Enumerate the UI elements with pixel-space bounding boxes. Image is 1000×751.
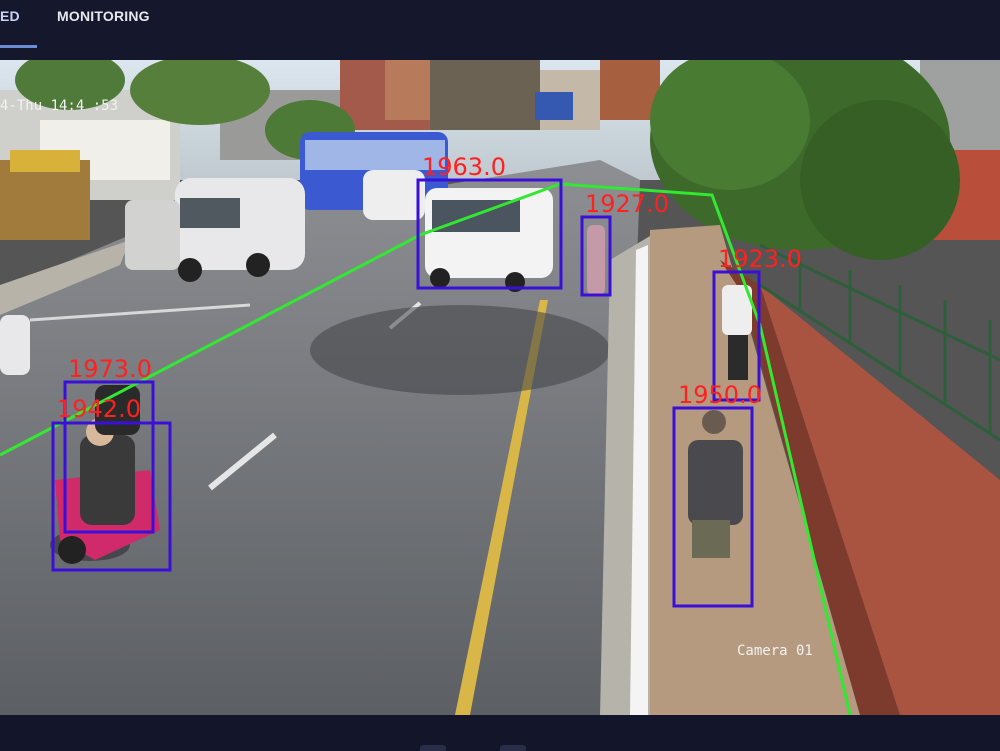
white-car: [363, 170, 425, 220]
osd-timestamp: 4-Thu 14:4 :53: [0, 98, 118, 114]
detection-label-2: 1927.0: [585, 190, 669, 218]
white-van: [175, 178, 305, 282]
detection-label-6: 1942.0: [57, 395, 141, 423]
detection-label-5: 1973.0: [68, 355, 152, 383]
osd-camera-name: Camera 01: [737, 643, 813, 659]
tab-active[interactable]: ED: [0, 0, 37, 48]
top-nav: ED MONITORING: [0, 0, 1000, 60]
tree-shadow: [310, 305, 610, 395]
tab-monitoring[interactable]: MONITORING: [57, 0, 150, 48]
bottom-control-2[interactable]: [500, 745, 526, 751]
left-scooter: [0, 315, 30, 375]
detection-label-3: 1923.0: [718, 245, 802, 273]
small-van: [125, 200, 180, 270]
camera-feed[interactable]: 1963.0 1927.0 1923.0 1950.0 1973.0 1942.…: [0, 60, 1000, 715]
tab-active-label: ED: [0, 8, 20, 24]
detection-label-4: 1950.0: [678, 381, 762, 409]
main-van: [425, 188, 553, 292]
bottom-bar: [0, 715, 1000, 751]
tab-monitoring-label: MONITORING: [57, 8, 150, 24]
camera-scene: 1963.0 1927.0 1923.0 1950.0 1973.0 1942.…: [0, 60, 1000, 715]
active-tab-indicator: [0, 45, 37, 48]
detection-label-1: 1963.0: [422, 153, 506, 181]
bottom-control-1[interactable]: [420, 745, 446, 751]
